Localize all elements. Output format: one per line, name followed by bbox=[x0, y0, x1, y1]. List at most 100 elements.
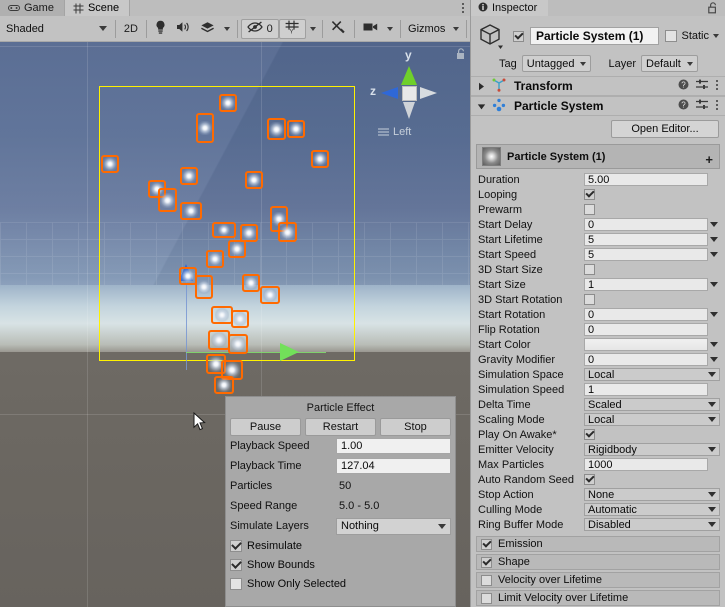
resimulate-checkbox[interactable] bbox=[230, 539, 242, 552]
module-checkbox[interactable] bbox=[481, 574, 492, 586]
property-dropdown[interactable]: Scaled bbox=[584, 398, 720, 411]
component-menu-icon[interactable] bbox=[715, 99, 719, 114]
show-only-selected-row[interactable]: Show Only Selected bbox=[226, 574, 455, 593]
property-input[interactable]: 1 bbox=[584, 278, 708, 291]
foldout-expanded-icon[interactable] bbox=[477, 102, 486, 111]
property-checkbox[interactable] bbox=[584, 204, 595, 215]
module-row[interactable]: Emission bbox=[476, 536, 720, 552]
property-dropdown[interactable]: None bbox=[584, 488, 720, 501]
chevron-down-icon[interactable] bbox=[708, 312, 720, 317]
scene-lighting-button[interactable] bbox=[150, 19, 171, 39]
show-bounds-checkbox[interactable] bbox=[230, 558, 242, 571]
property-input[interactable]: 0 bbox=[584, 308, 708, 321]
chevron-down-icon[interactable] bbox=[708, 252, 720, 257]
property-dropdown[interactable]: Automatic bbox=[584, 503, 720, 516]
module-checkbox[interactable] bbox=[481, 538, 492, 550]
draw-mode-dropdown[interactable]: Shaded bbox=[2, 19, 112, 38]
property-input[interactable]: 0 bbox=[584, 323, 708, 336]
view-mode-label-row[interactable]: Left bbox=[378, 126, 411, 138]
tab-scene[interactable]: Scene bbox=[64, 0, 131, 16]
property-checkbox[interactable] bbox=[584, 474, 595, 485]
property-input[interactable]: 5 bbox=[584, 233, 708, 246]
property-checkbox[interactable] bbox=[584, 294, 595, 305]
property-color-swatch[interactable] bbox=[584, 338, 708, 351]
toggle-2d-button[interactable]: 2D bbox=[119, 19, 143, 39]
property-input[interactable]: 5.00 bbox=[584, 173, 708, 186]
stop-button[interactable]: Stop bbox=[380, 418, 451, 436]
component-header-transform[interactable]: Transform ? bbox=[471, 76, 725, 96]
preset-icon[interactable] bbox=[696, 79, 708, 93]
show-only-selected-checkbox[interactable] bbox=[230, 577, 242, 590]
resimulate-row[interactable]: Resimulate bbox=[226, 536, 455, 555]
scene-camera-button[interactable] bbox=[358, 19, 383, 39]
component-menu-icon[interactable] bbox=[715, 79, 719, 94]
chevron-down-icon[interactable] bbox=[708, 282, 720, 287]
preset-icon[interactable] bbox=[696, 99, 708, 113]
chevron-down-icon[interactable] bbox=[708, 237, 720, 242]
gizmo-cone-left[interactable] bbox=[381, 87, 398, 99]
add-particle-system-button[interactable]: + bbox=[705, 152, 713, 167]
tag-dropdown[interactable]: Untagged bbox=[521, 55, 592, 72]
gameobject-enabled-checkbox[interactable] bbox=[513, 30, 524, 42]
property-input[interactable]: 0 bbox=[584, 218, 708, 231]
tab-inspector[interactable]: Inspector bbox=[471, 0, 549, 16]
property-dropdown[interactable]: Local bbox=[584, 413, 720, 426]
property-checkbox[interactable] bbox=[584, 264, 595, 275]
inspector-lock-button[interactable] bbox=[708, 0, 725, 16]
hidden-objects-button[interactable]: 0 bbox=[240, 18, 279, 39]
property-dropdown[interactable]: Disabled bbox=[584, 518, 720, 531]
module-checkbox[interactable] bbox=[481, 592, 492, 604]
property-checkbox[interactable] bbox=[584, 189, 595, 200]
component-header-particle-system[interactable]: Particle System ? bbox=[471, 96, 725, 116]
camera-dropdown[interactable] bbox=[383, 19, 397, 39]
scene-orientation-gizmo[interactable]: y z Left bbox=[370, 46, 464, 144]
module-row[interactable]: Shape bbox=[476, 554, 720, 570]
scene-audio-button[interactable] bbox=[171, 19, 195, 39]
particle-system-banner[interactable]: Particle System (1) + bbox=[476, 144, 720, 169]
playback-speed-input[interactable]: 1.00 bbox=[336, 438, 451, 454]
help-icon[interactable]: ? bbox=[678, 99, 689, 113]
module-row[interactable]: Velocity over Lifetime bbox=[476, 572, 720, 588]
scene-tab-menu-icon[interactable] bbox=[456, 0, 470, 16]
grid-visibility-button[interactable]: Y bbox=[278, 18, 306, 39]
open-editor-button[interactable]: Open Editor... bbox=[611, 120, 719, 138]
static-checkbox[interactable] bbox=[665, 30, 678, 42]
svg-text:Y: Y bbox=[289, 30, 293, 34]
help-icon[interactable]: ? bbox=[678, 79, 689, 93]
gizmo-center-cube[interactable] bbox=[402, 86, 417, 101]
gizmo-cone-up[interactable] bbox=[401, 66, 417, 85]
simulate-layers-dropdown[interactable]: Nothing bbox=[336, 517, 451, 535]
scene-tools-button[interactable] bbox=[326, 19, 351, 39]
scene-fx-dropdown[interactable] bbox=[220, 19, 234, 39]
property-input[interactable]: 1 bbox=[584, 383, 708, 396]
module-row[interactable]: Limit Velocity over Lifetime bbox=[476, 590, 720, 606]
gizmo-lock-icon[interactable] bbox=[456, 48, 466, 63]
gizmo-cone-right[interactable] bbox=[420, 87, 437, 99]
show-bounds-row[interactable]: Show Bounds bbox=[226, 555, 455, 574]
restart-button[interactable]: Restart bbox=[305, 418, 376, 436]
foldout-collapsed-icon[interactable] bbox=[477, 82, 486, 91]
gizmo-axis-x-arrow[interactable] bbox=[280, 343, 299, 361]
gizmos-button[interactable]: Gizmos bbox=[404, 23, 449, 35]
gameobject-name-input[interactable]: Particle System (1) bbox=[530, 27, 660, 45]
tab-game[interactable]: Game bbox=[0, 0, 65, 16]
chevron-down-icon[interactable] bbox=[708, 342, 720, 347]
property-input[interactable]: 5 bbox=[584, 248, 708, 261]
module-checkbox[interactable] bbox=[481, 556, 492, 568]
chevron-down-icon[interactable] bbox=[708, 357, 720, 362]
chevron-down-icon[interactable] bbox=[708, 222, 720, 227]
layer-dropdown[interactable]: Default bbox=[641, 55, 698, 72]
gizmo-cone-down[interactable] bbox=[403, 102, 415, 119]
playback-time-input[interactable]: 127.04 bbox=[336, 458, 451, 474]
property-dropdown[interactable]: Local bbox=[584, 368, 720, 381]
grid-dropdown[interactable] bbox=[306, 19, 320, 39]
property-input[interactable]: 1000 bbox=[584, 458, 708, 471]
pause-button[interactable]: Pause bbox=[230, 418, 301, 436]
scene-fx-button[interactable] bbox=[195, 19, 220, 39]
property-input[interactable]: 0 bbox=[584, 353, 708, 366]
static-toggle-group[interactable]: Static bbox=[665, 30, 719, 42]
chevron-down-icon[interactable] bbox=[713, 34, 719, 38]
property-dropdown[interactable]: Rigidbody bbox=[584, 443, 720, 456]
property-checkbox[interactable] bbox=[584, 429, 595, 440]
gizmos-dropdown[interactable] bbox=[449, 19, 463, 39]
